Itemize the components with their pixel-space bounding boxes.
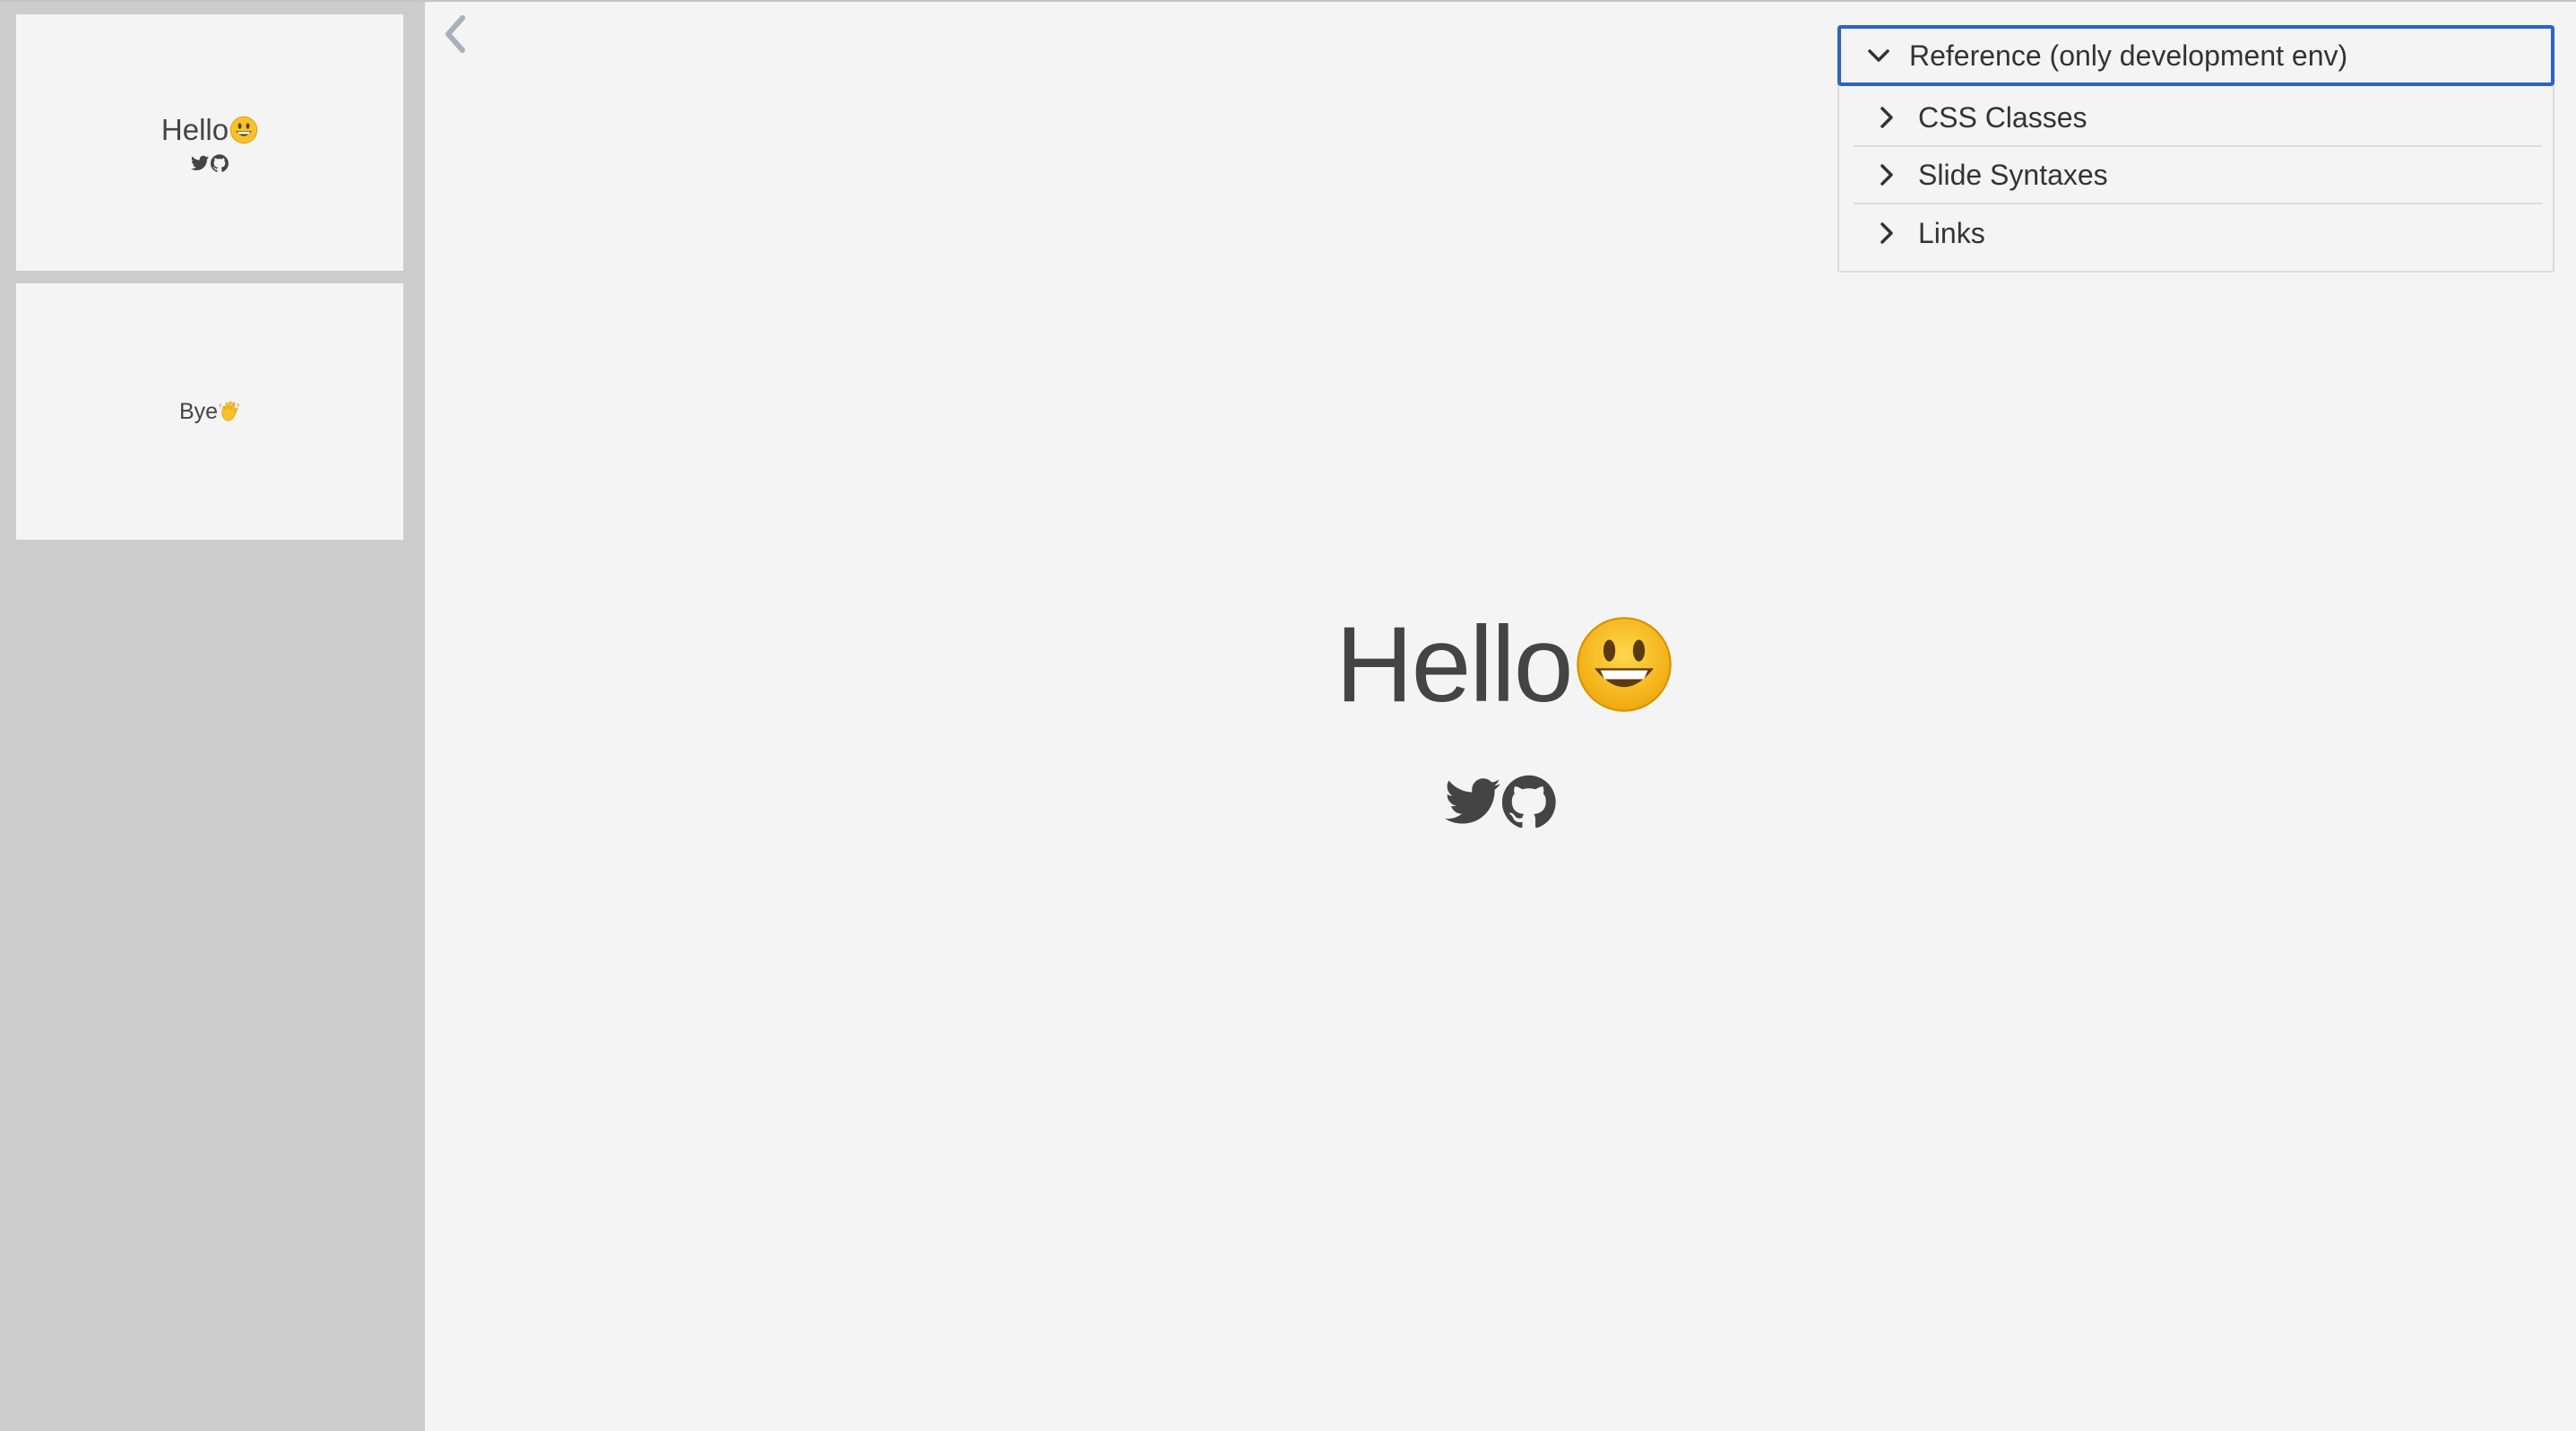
chevron-right-icon <box>1880 222 1893 244</box>
reference-item-css-classes[interactable]: CSS Classes <box>1854 90 2542 147</box>
slide-social-icons <box>1445 775 1556 828</box>
thumbnail-title-text: Bye <box>178 398 219 424</box>
reference-panel: Reference (only development env) CSS Cla… <box>1837 25 2554 273</box>
chevron-down-icon <box>1868 49 1889 62</box>
chevron-left-icon[interactable] <box>437 13 473 56</box>
github-icon[interactable] <box>1502 775 1556 828</box>
waving-hand-emoji-icon <box>220 401 239 421</box>
thumbnail-title-text: Hello <box>160 113 229 146</box>
thumbnail-social-icons <box>191 154 229 172</box>
app-window: Hello Bye Reference (only development en… <box>0 0 2576 1431</box>
twitter-icon[interactable] <box>1445 777 1500 826</box>
slide-title: Hello <box>1336 603 1673 726</box>
thumbnail-title: Bye <box>179 399 240 425</box>
chevron-right-icon <box>1880 107 1893 128</box>
slide-title-text: Hello <box>1336 604 1573 724</box>
chevron-right-icon <box>1880 164 1893 186</box>
reference-panel-toggle[interactable]: Reference (only development env) <box>1837 25 2554 86</box>
reference-item-label: Links <box>1918 216 1985 249</box>
reference-item-label: CSS Classes <box>1918 100 2088 134</box>
twitter-icon <box>191 155 209 170</box>
slide-thumbnail-2[interactable]: Bye <box>16 283 403 540</box>
slide-thumbnail-1[interactable]: Hello <box>16 14 403 271</box>
reference-item-links[interactable]: Links <box>1854 204 2542 262</box>
reference-item-slide-syntaxes[interactable]: Slide Syntaxes <box>1854 147 2542 204</box>
github-icon <box>211 154 229 172</box>
smiley-face-emoji-icon <box>229 116 258 144</box>
slide-thumbnail-sidebar: Hello Bye <box>0 2 425 1431</box>
reference-panel-title: Reference (only development env) <box>1909 39 2348 72</box>
thumbnail-title: Hello <box>161 113 258 147</box>
reference-item-label: Slide Syntaxes <box>1918 158 2108 191</box>
smiley-face-emoji-icon <box>1577 617 1673 712</box>
